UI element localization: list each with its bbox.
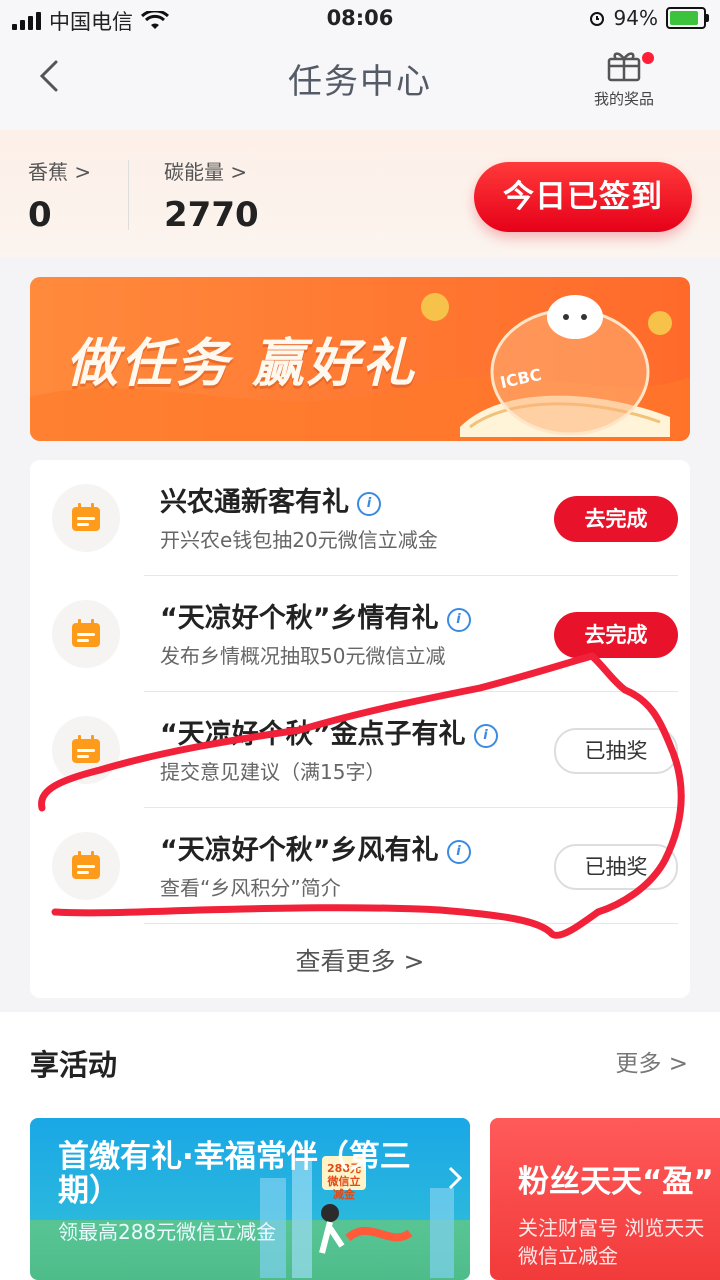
gift-icon	[607, 52, 641, 82]
task-item: “天凉好个秋”乡风有礼 i 查看“乡风积分”简介 已抽奖	[30, 808, 690, 924]
banana-value: 0	[28, 195, 52, 235]
task-item: “天凉好个秋”乡情有礼 i 发布乡情概况抽取50元微信立减 去完成	[30, 576, 690, 692]
task-title: “天凉好个秋”乡情有礼 i	[160, 596, 471, 635]
banner-title: 做任务 赢好礼	[66, 334, 418, 394]
banana-label: 香蕉 >	[28, 160, 92, 184]
activities-more-link[interactable]: 更多 >	[615, 1044, 688, 1078]
card-title: 首缴有礼·幸福常伴（第三期）	[58, 1139, 411, 1209]
calendar-icon	[52, 832, 120, 900]
view-more-link[interactable]: 查看更多 >	[30, 942, 690, 978]
task-description: 开兴农e钱包抽20元微信立减金	[160, 528, 438, 552]
calendar-icon	[52, 600, 120, 668]
carbon-stat[interactable]: 碳能量 > 2770	[164, 156, 259, 235]
go-complete-button[interactable]: 去完成	[554, 612, 678, 658]
go-complete-button[interactable]: 去完成	[554, 496, 678, 542]
task-item: “天凉好个秋”金点子有礼 i 提交意见建议（满15字） 已抽奖	[30, 692, 690, 808]
card-subtitle: 领最高288元微信立减金	[58, 1220, 277, 1244]
activities-header: 享活动 更多 >	[0, 1012, 720, 1112]
info-icon[interactable]: i	[446, 607, 471, 632]
task-title: 兴农通新客有礼 i	[160, 480, 381, 519]
activity-cards: 288元 微信立减金 首缴有礼·幸福常伴（第三期） 领最高288元微信立减金 粉…	[0, 1112, 720, 1280]
alarm-icon	[589, 12, 604, 26]
task-description: 发布乡情概况抽取50元微信立减	[160, 644, 446, 668]
task-list: 兴农通新客有礼 i 开兴农e钱包抽20元微信立减金 去完成 “天凉好个秋”乡情有礼…	[30, 460, 690, 998]
activity-card[interactable]: 288元 微信立减金 首缴有礼·幸福常伴（第三期） 领最高288元微信立减金	[30, 1118, 470, 1280]
task-title: “天凉好个秋”金点子有礼 i	[160, 712, 498, 751]
status-bar: 中国电信 08:06 94%	[0, 0, 720, 38]
banana-stat[interactable]: 香蕉 > 0	[28, 156, 91, 235]
activities-title: 享活动	[30, 1048, 118, 1082]
status-right: 94%	[588, 6, 709, 30]
summary-divider	[128, 160, 129, 230]
calendar-icon	[52, 484, 120, 552]
points-summary: 香蕉 > 0 碳能量 > 2770 今日已签到	[0, 130, 720, 258]
divider	[144, 923, 678, 924]
task-description: 查看“乡风积分”简介	[160, 876, 341, 900]
signin-button[interactable]: 今日已签到	[474, 162, 692, 232]
my-prizes-label: 我的奖品	[593, 90, 654, 108]
card-subtitle: 关注财富号 浏览天天 微信立减金	[518, 1216, 705, 1268]
task-title: “天凉好个秋”乡风有礼 i	[160, 828, 471, 867]
carbon-label: 碳能量 >	[164, 160, 248, 184]
notification-dot	[642, 52, 654, 64]
battery-icon	[666, 7, 709, 29]
calendar-icon	[52, 716, 120, 784]
my-prizes-button[interactable]: 我的奖品	[584, 48, 664, 109]
drawn-status-button[interactable]: 已抽奖	[554, 844, 678, 890]
drawn-status-button[interactable]: 已抽奖	[554, 728, 678, 774]
task-description: 提交意见建议（满15字）	[160, 760, 386, 784]
info-icon[interactable]: i	[473, 723, 498, 748]
task-item: 兴农通新客有礼 i 开兴农e钱包抽20元微信立减金 去完成	[30, 460, 690, 576]
info-icon[interactable]: i	[357, 491, 381, 516]
battery-percent: 94%	[613, 6, 658, 30]
card-title: 粉丝天天“盈”	[518, 1164, 714, 1200]
nav-bar: 任务中心 我的奖品	[0, 38, 720, 130]
activity-card[interactable]: 粉丝天天“盈” 关注财富号 浏览天天 微信立减金	[490, 1118, 720, 1280]
info-icon[interactable]: i	[446, 839, 471, 864]
carbon-value: 2770	[164, 195, 259, 235]
promo-banner[interactable]: ICBC 做任务 赢好礼	[30, 277, 690, 441]
